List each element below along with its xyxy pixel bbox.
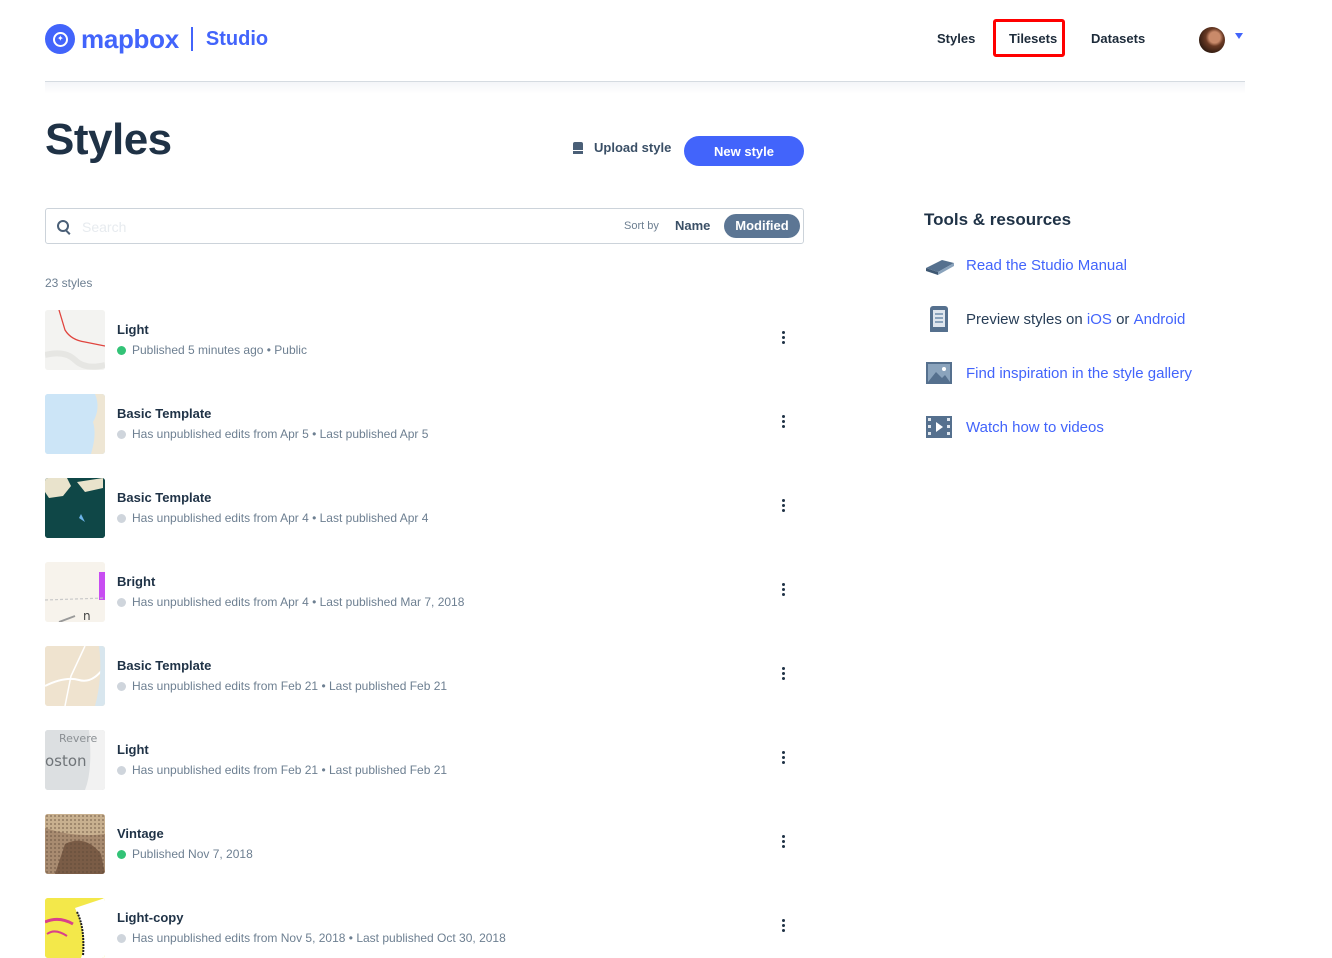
style-status-text: Has unpublished edits from Apr 4 • Last … <box>132 511 429 525</box>
how-to-videos-link[interactable]: Watch how to videos <box>966 419 1104 436</box>
style-status: Has unpublished edits from Apr 5 • Last … <box>117 427 428 441</box>
published-status-dot <box>117 345 126 355</box>
phone-icon <box>924 306 954 334</box>
preview-or: or <box>1116 310 1130 328</box>
style-gallery-link[interactable]: Find inspiration in the style gallery <box>966 365 1192 382</box>
style-row[interactable]: Basic Template Has unpublished edits fro… <box>45 394 805 454</box>
more-options-icon[interactable] <box>778 667 788 685</box>
style-status: Has unpublished edits from Apr 4 • Last … <box>117 595 464 609</box>
upload-style-label: Upload style <box>594 140 672 155</box>
style-thumbnail[interactable]: n <box>45 562 105 622</box>
style-status-text: Published 5 minutes ago • Public <box>132 343 307 357</box>
style-name[interactable]: Bright <box>117 574 155 589</box>
new-style-button[interactable]: New style <box>684 136 804 166</box>
user-avatar[interactable] <box>1199 27 1225 53</box>
android-link[interactable]: Android <box>1134 311 1186 328</box>
nav-datasets[interactable]: Datasets <box>1091 31 1145 46</box>
style-row[interactable]: Revere oston Light Has unpublished edits… <box>45 730 805 790</box>
sort-by-label: Sort by <box>624 220 659 232</box>
style-name[interactable]: Basic Template <box>117 658 211 673</box>
studio-manual-link[interactable]: Read the Studio Manual <box>966 257 1127 274</box>
style-status-text: Has unpublished edits from Nov 5, 2018 •… <box>132 931 506 945</box>
top-header: ✦ mapbox Studio Styles Tilesets Datasets <box>45 0 1245 82</box>
more-options-icon[interactable] <box>778 331 788 349</box>
more-options-icon[interactable] <box>778 415 788 433</box>
page-title: Styles <box>45 115 172 164</box>
style-status: Has unpublished edits from Feb 21 • Last… <box>117 679 447 693</box>
style-status: Has unpublished edits from Apr 4 • Last … <box>117 511 428 525</box>
style-thumbnail[interactable]: Revere oston <box>45 730 105 790</box>
style-row[interactable]: n Bright Has unpublished edits from Apr … <box>45 562 805 622</box>
unpublished-status-dot <box>117 765 126 775</box>
style-name[interactable]: Vintage <box>117 826 164 841</box>
published-status-dot <box>117 849 126 859</box>
style-row[interactable]: Light-copy Has unpublished edits from No… <box>45 898 805 958</box>
account-menu-caret-icon[interactable] <box>1235 33 1243 39</box>
search-icon <box>57 220 69 232</box>
search-input[interactable] <box>80 215 584 239</box>
unpublished-status-dot <box>117 429 126 439</box>
more-options-icon[interactable] <box>778 499 788 517</box>
video-icon <box>924 414 954 440</box>
style-status: Has unpublished edits from Feb 21 • Last… <box>117 763 447 777</box>
resources-title: Tools & resources <box>924 210 1072 229</box>
style-status-text: Published Nov 7, 2018 <box>132 847 253 861</box>
ios-link[interactable]: iOS <box>1087 311 1112 328</box>
style-thumbnail[interactable] <box>45 478 105 538</box>
unpublished-status-dot <box>117 513 126 523</box>
style-name[interactable]: Light-copy <box>117 910 183 925</box>
styles-count: 23 styles <box>45 276 93 290</box>
style-thumbnail[interactable] <box>45 310 105 370</box>
thumbnail-label: n <box>83 609 91 622</box>
style-status-text: Has unpublished edits from Apr 4 • Last … <box>132 595 465 609</box>
more-options-icon[interactable] <box>778 835 788 853</box>
nav-styles[interactable]: Styles <box>937 31 975 46</box>
sort-name-option[interactable]: Name <box>675 218 710 233</box>
unpublished-status-dot <box>117 681 126 691</box>
thumbnail-label: Revere <box>59 732 97 745</box>
more-options-icon[interactable] <box>778 583 788 601</box>
upload-style-button[interactable]: Upload style <box>573 140 671 155</box>
style-status: Has unpublished edits from Nov 5, 2018 •… <box>117 931 506 945</box>
nav-tilesets[interactable]: Tilesets <box>1009 31 1057 46</box>
logo-wordmark: mapbox <box>81 23 179 54</box>
sort-modified-option[interactable]: Modified <box>724 214 800 238</box>
style-name[interactable]: Light <box>117 322 149 337</box>
logo-divider <box>190 27 193 51</box>
style-row[interactable]: Basic Template Has unpublished edits fro… <box>45 478 805 538</box>
style-thumbnail[interactable] <box>45 394 105 454</box>
style-thumbnail[interactable] <box>45 814 105 874</box>
style-row[interactable]: Vintage Published Nov 7, 2018 <box>45 814 805 874</box>
upload-icon <box>573 141 583 154</box>
style-status-text: Has unpublished edits from Feb 21 • Last… <box>132 679 448 693</box>
style-status: Published Nov 7, 2018 <box>117 847 253 861</box>
style-row[interactable]: Light Published 5 minutes ago • Public <box>45 310 805 370</box>
style-name[interactable]: Light <box>117 742 149 757</box>
style-name[interactable]: Basic Template <box>117 406 211 421</box>
image-gallery-icon <box>924 360 954 386</box>
style-thumbnail[interactable] <box>45 646 105 706</box>
logo-product-name: Studio <box>205 27 269 50</box>
resource-preview: Preview styles on iOS or Android <box>924 305 1186 334</box>
style-status-text: Has unpublished edits from Apr 5 • Last … <box>132 427 429 441</box>
resource-videos: Watch how to videos <box>924 413 1104 441</box>
unpublished-status-dot <box>117 597 126 607</box>
thumbnail-label: oston <box>45 752 87 770</box>
style-name[interactable]: Basic Template <box>117 490 211 505</box>
resource-manual: Read the Studio Manual <box>924 251 1127 279</box>
style-status-text: Has unpublished edits from Feb 21 • Last… <box>132 763 448 777</box>
unpublished-status-dot <box>117 933 126 943</box>
resource-gallery: Find inspiration in the style gallery <box>924 359 1192 387</box>
search-bar: Sort by Name Modified <box>45 208 804 244</box>
more-options-icon[interactable] <box>778 919 788 937</box>
mapbox-logo-icon: ✦ <box>45 24 75 54</box>
style-row[interactable]: Basic Template Has unpublished edits fro… <box>45 646 805 706</box>
more-options-icon[interactable] <box>778 751 788 769</box>
book-icon <box>924 252 954 278</box>
header-divider-shadow <box>45 82 1245 94</box>
style-status: Published 5 minutes ago • Public <box>117 343 307 357</box>
mapbox-studio-logo[interactable]: ✦ mapbox Studio <box>45 23 268 55</box>
style-thumbnail[interactable] <box>45 898 105 958</box>
preview-prefix: Preview styles on <box>966 310 1083 328</box>
